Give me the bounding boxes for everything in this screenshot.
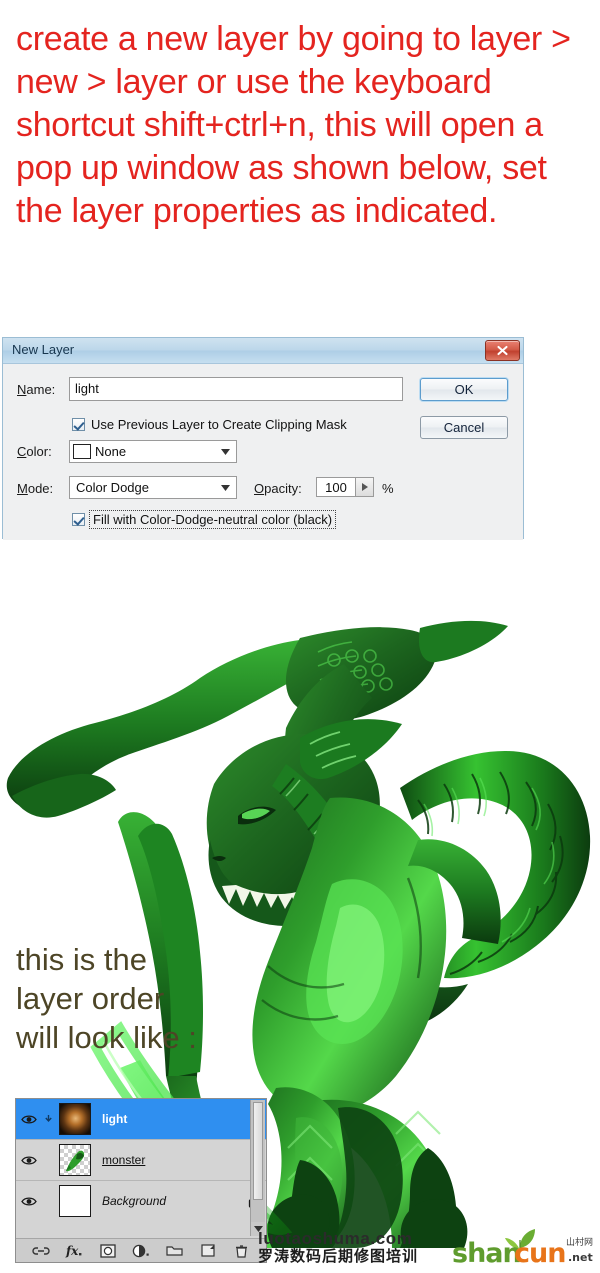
svg-text:fx: fx [65, 1244, 79, 1258]
clipping-mask-label: Use Previous Layer to Create Clipping Ma… [91, 417, 347, 432]
eye-icon[interactable] [16, 1114, 42, 1125]
layer-styles-fx-icon[interactable]: fx [64, 1242, 84, 1260]
name-label-rest: ame: [26, 382, 56, 397]
add-layer-mask-icon[interactable] [98, 1242, 118, 1260]
watermark-cun-text: cun [514, 1238, 566, 1269]
checkbox-icon[interactable] [72, 418, 85, 431]
scrollbar-thumb[interactable] [253, 1102, 263, 1200]
watermark-shancun-chinese: 山村网 [566, 1238, 594, 1248]
layer-list: light monster Background [16, 1099, 266, 1221]
clipping-mask-checkbox[interactable]: Use Previous Layer to Create Clipping Ma… [72, 417, 347, 432]
opacity-stepper[interactable]: 100 [316, 477, 374, 497]
ok-button[interactable]: OK [420, 378, 508, 401]
fill-neutral-color-label: Fill with Color-Dodge-neutral color (bla… [88, 510, 337, 529]
layers-scrollbar[interactable] [250, 1100, 265, 1236]
color-swatch-icon [73, 444, 91, 459]
dialog-titlebar[interactable]: New Layer [3, 338, 523, 364]
layer-row-background[interactable]: Background [16, 1181, 266, 1221]
layer-order-caption: this is the layer order will look like : [16, 942, 197, 1055]
instruction-text: create a new layer by going to layer > n… [16, 20, 580, 230]
layer-thumbnail-monster[interactable] [54, 1144, 96, 1176]
watermark-tld-text: .net [568, 1251, 593, 1264]
opacity-label-mnemonic: O [254, 481, 265, 496]
dialog-title: New Layer [12, 342, 75, 357]
name-label-mnemonic: N [17, 382, 27, 397]
mode-label: Mode: [17, 481, 53, 496]
new-layer-icon[interactable] [198, 1242, 218, 1260]
layer-thumbnail-background[interactable] [54, 1185, 96, 1217]
eye-icon[interactable] [16, 1196, 42, 1207]
color-label-rest: olor: [26, 444, 52, 459]
checkbox-icon[interactable] [72, 513, 85, 526]
opacity-popup-arrow-icon[interactable] [355, 478, 373, 496]
layer-name-input[interactable]: light [69, 377, 403, 401]
opacity-label: Opacity: [254, 481, 302, 496]
eye-icon[interactable] [16, 1155, 42, 1166]
mode-label-mnemonic: M [17, 481, 28, 496]
layer-row-monster[interactable]: monster [16, 1140, 266, 1181]
layer-row-light[interactable]: light [16, 1099, 266, 1140]
fill-neutral-color-checkbox[interactable]: Fill with Color-Dodge-neutral color (bla… [72, 510, 337, 529]
watermark-shancun-logo: shan cun 山村网 .net [452, 1229, 596, 1270]
mode-select-value: Color Dodge [76, 480, 149, 495]
delete-layer-icon[interactable] [231, 1242, 251, 1260]
color-label-mnemonic: C [17, 444, 27, 459]
watermark-shan-text: shan [452, 1238, 522, 1269]
new-group-icon[interactable] [164, 1242, 184, 1260]
mode-label-rest: ode: [27, 481, 54, 496]
mode-select[interactable]: Color Dodge [69, 476, 237, 499]
name-label: Name: [17, 382, 55, 397]
color-select[interactable]: None [69, 440, 237, 463]
color-select-value: None [95, 444, 127, 459]
new-adjustment-layer-icon[interactable] [131, 1242, 151, 1260]
chevron-down-icon[interactable] [214, 484, 236, 491]
opacity-label-rest: pacity: [264, 481, 302, 496]
opacity-input[interactable]: 100 [317, 478, 355, 496]
color-label: Color: [17, 444, 52, 459]
chevron-down-icon[interactable] [214, 448, 236, 455]
layers-panel: light monster Background fx [15, 1098, 267, 1263]
clipping-mask-icon [42, 1114, 54, 1124]
dialog-body: Name: light OK Cancel Use Previous Layer… [3, 364, 523, 540]
link-layers-icon[interactable] [31, 1242, 51, 1260]
cancel-button[interactable]: Cancel [420, 416, 508, 439]
layer-thumbnail-light[interactable] [54, 1103, 96, 1135]
watermark-chinese-text: 罗涛数码后期修图培训 [258, 1247, 419, 1265]
close-icon[interactable] [485, 340, 520, 361]
opacity-unit: % [382, 481, 394, 496]
watermark-domain-text: luotaoshuma.com [258, 1229, 413, 1248]
layers-toolbar: fx [16, 1238, 266, 1262]
layer-name-monster[interactable]: monster [96, 1153, 266, 1167]
watermark-luotaoshuma: luotaoshuma.com 罗涛数码后期修图培训 [258, 1230, 443, 1265]
layer-name-light[interactable]: light [96, 1112, 266, 1126]
layer-name-background[interactable]: Background [96, 1194, 240, 1208]
new-layer-dialog: New Layer Name: light OK Cancel Use Prev… [2, 337, 524, 540]
